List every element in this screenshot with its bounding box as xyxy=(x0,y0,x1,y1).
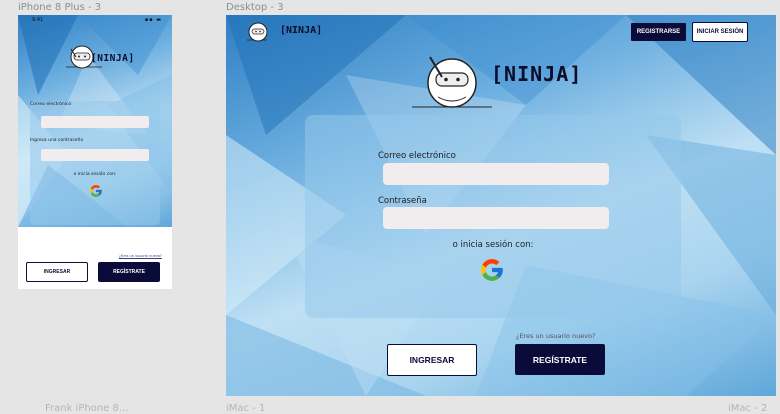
ingresar-button[interactable]: INGRESAR xyxy=(26,262,88,282)
registrate-button[interactable]: REGÍSTRATE xyxy=(98,262,160,282)
ingresar-button[interactable]: INGRESAR xyxy=(387,344,477,376)
email-label: Correo electrónico xyxy=(30,102,72,107)
new-user-link[interactable]: ¿Eres un usuario nuevo? xyxy=(119,254,162,258)
password-field[interactable] xyxy=(383,207,609,229)
ninja-logo-icon[interactable] xyxy=(245,21,275,43)
registrate-button[interactable]: REGÍSTRATE xyxy=(515,344,605,375)
brand-name-small[interactable]: [NINJA] xyxy=(280,25,322,36)
password-field[interactable] xyxy=(41,149,149,161)
google-icon[interactable] xyxy=(89,184,103,198)
frame-label-bottom-1: Frank iPhone 8... xyxy=(45,403,129,414)
brand-name: [NINJA] xyxy=(91,53,135,64)
nav-registrarse-button[interactable]: REGISTRARSE xyxy=(631,23,686,41)
desktop-frame-label: Desktop - 3 xyxy=(226,2,284,13)
ninja-logo-icon xyxy=(412,56,492,108)
login-card: Correo electrónico Ingresa una contraseñ… xyxy=(30,101,160,225)
password-label: Ingresa una contraseña xyxy=(30,138,84,143)
login-card: Correo electrónico Contraseña o inicia s… xyxy=(305,115,681,318)
email-field[interactable] xyxy=(383,163,609,185)
frame-label-bottom-3: iMac - 2 xyxy=(728,403,768,414)
status-bar: 9:41 ▪▪ ▬ xyxy=(32,17,162,23)
desktop-artboard: [NINJA] REGISTRARSE INICIAR SESIÓN [NINJ… xyxy=(226,15,776,396)
email-label: Correo electrónico xyxy=(378,151,456,161)
frame-label-bottom-2: iMac - 1 xyxy=(226,403,266,414)
social-login-text: o inicia sesión con: xyxy=(452,240,534,250)
password-label: Contraseña xyxy=(378,196,427,206)
new-user-link[interactable]: ¿Eres un usuario nuevo? xyxy=(516,332,596,340)
brand-name: [NINJA] xyxy=(491,62,583,86)
email-field[interactable] xyxy=(41,116,149,128)
google-icon[interactable] xyxy=(479,257,505,283)
phone-artboard: 9:41 ▪▪ ▬ [NINJA] Correo electrónico Ingr… xyxy=(18,15,172,289)
nav-iniciar-sesion-button[interactable]: INICIAR SESIÓN xyxy=(692,22,748,42)
phone-frame-label: iPhone 8 Plus - 3 xyxy=(18,2,102,13)
social-login-text: o inicia sesión con: xyxy=(73,172,117,177)
